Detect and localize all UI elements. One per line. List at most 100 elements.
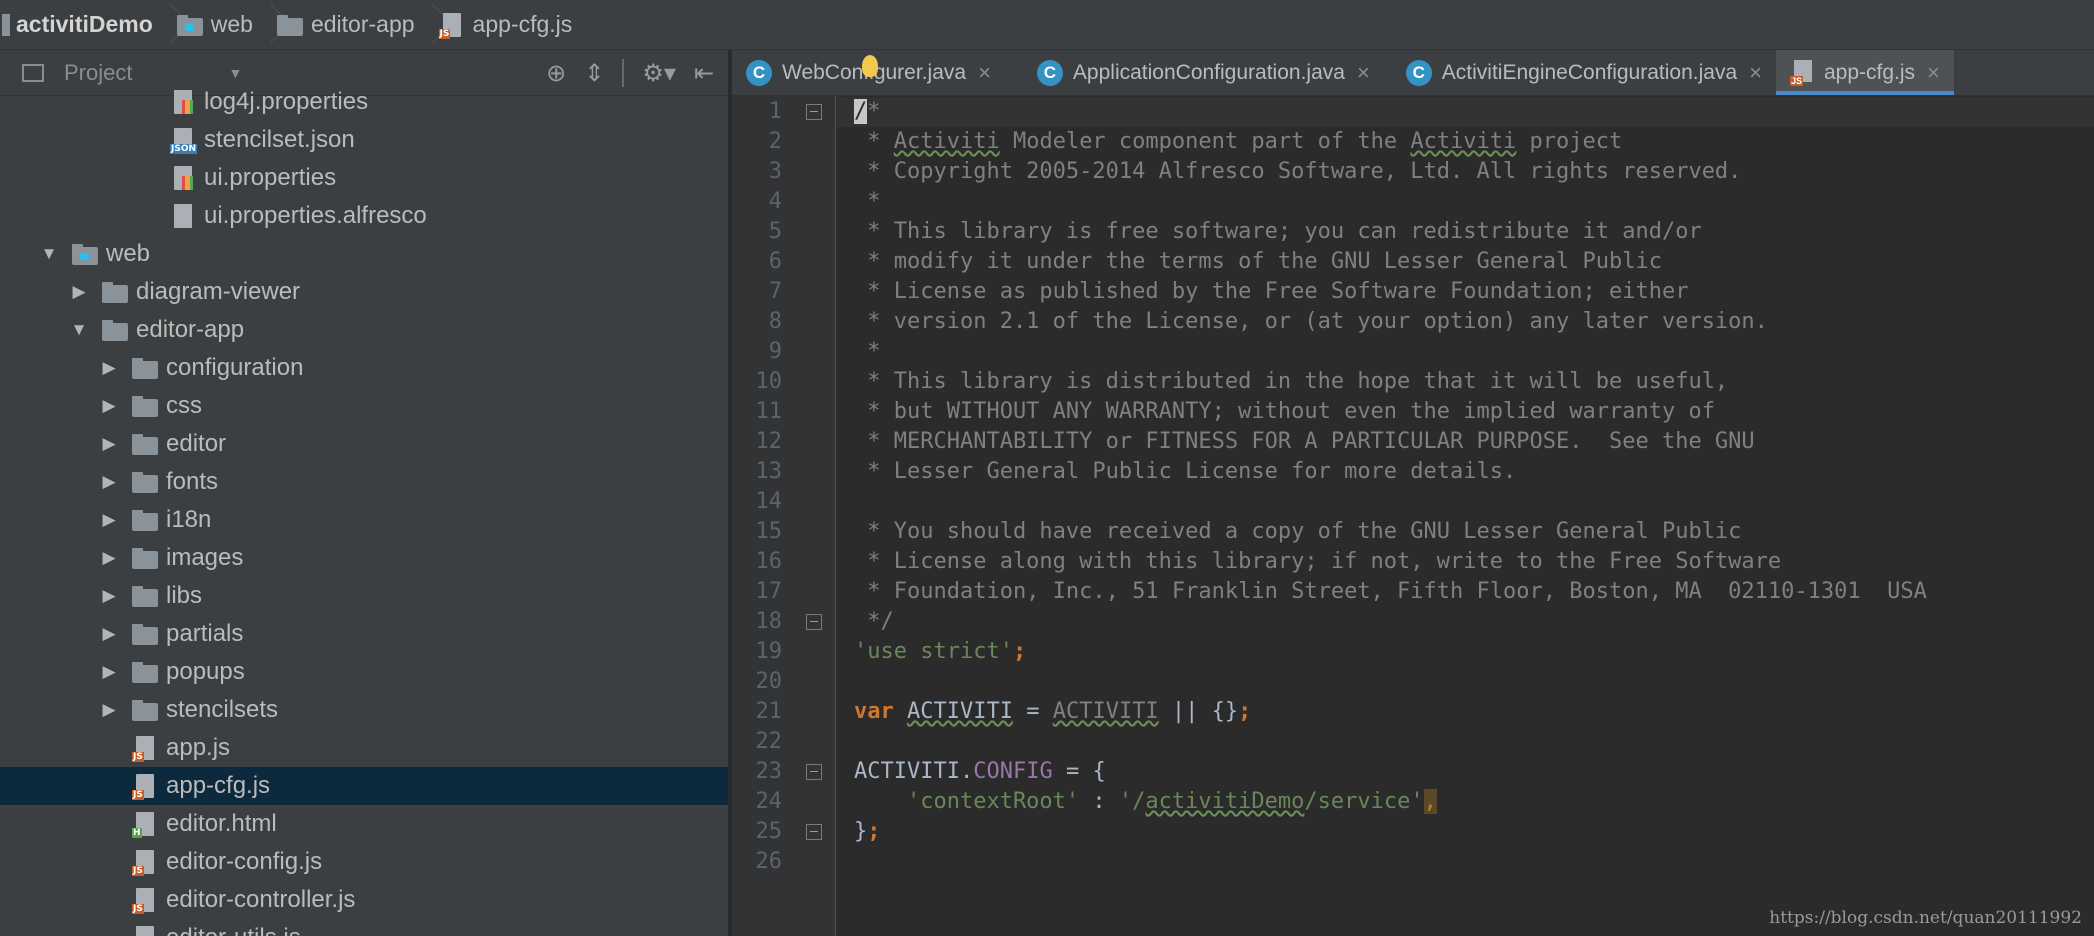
- tree-item-editor-utils-js[interactable]: JS editor-utils.js: [0, 919, 728, 936]
- fold-marker-icon[interactable]: [806, 824, 822, 840]
- collapse-arrow-icon[interactable]: ▶: [98, 700, 120, 720]
- expand-arrow-icon[interactable]: ▼: [38, 244, 60, 264]
- tree-item-label: editor: [166, 430, 227, 457]
- tree-item-label: editor-utils.js: [166, 924, 301, 936]
- tree-item-editor-html[interactable]: Heditor.html: [0, 805, 728, 843]
- collapse-arrow-icon[interactable]: ▶: [98, 548, 120, 568]
- tree-item-label: ui.properties.alfresco: [204, 202, 427, 229]
- tree-item-label: libs: [166, 582, 203, 609]
- tree-item-label: i18n: [166, 506, 212, 533]
- code-line: * MERCHANTABILITY or FITNESS FOR A PARTI…: [854, 429, 1755, 454]
- tree-item-ui-properties[interactable]: ui.properties: [0, 159, 728, 197]
- code-line: };: [854, 819, 881, 844]
- breadcrumb-separator: [159, 0, 173, 50]
- text-file-icon: [170, 204, 196, 228]
- tree-item-editor[interactable]: ▶ editor: [0, 425, 728, 463]
- fold-marker-icon[interactable]: [806, 104, 822, 120]
- js-file-icon: JS: [132, 888, 158, 914]
- tab-applicationconfiguration[interactable]: C ApplicationConfiguration.java ×: [1023, 50, 1384, 95]
- breadcrumb-item-app-cfg[interactable]: JS app-cfg.js: [435, 0, 579, 50]
- tree-item-popups[interactable]: ▶ popups: [0, 653, 728, 691]
- line-number: 9: [768, 339, 782, 364]
- project-view-selector[interactable]: Project ▼: [10, 60, 242, 86]
- tree-item-web[interactable]: ▼ web: [0, 235, 728, 273]
- tree-item-app-cfg-js[interactable]: JS app-cfg.js: [0, 767, 728, 805]
- tree-item-images[interactable]: ▶ images: [0, 539, 728, 577]
- line-number: 14: [755, 489, 783, 514]
- breadcrumb-item-web[interactable]: web: [173, 0, 259, 50]
- close-icon[interactable]: ×: [1749, 60, 1762, 86]
- tree-item-log4j-properties[interactable]: log4j.properties: [0, 83, 728, 121]
- breadcrumb-item-activitidemo[interactable]: activitiDemo: [0, 0, 159, 50]
- project-panel-title: Project: [64, 59, 133, 85]
- breadcrumb-separator: [421, 0, 435, 50]
- tree-item-app-js[interactable]: JS app.js: [0, 729, 728, 767]
- tree-item-label: web: [106, 240, 151, 267]
- breadcrumb-separator: [259, 0, 273, 50]
- tree-item-label: images: [166, 544, 244, 571]
- code-line: /*: [854, 99, 881, 124]
- breadcrumb-item-editor-app[interactable]: editor-app: [273, 0, 421, 50]
- collapse-arrow-icon[interactable]: ▶: [98, 624, 120, 644]
- folder-icon: [132, 394, 158, 418]
- close-icon[interactable]: ×: [1357, 60, 1370, 86]
- tree-item-label: app-cfg.js: [166, 772, 271, 799]
- collapse-arrow-icon[interactable]: ▶: [98, 586, 120, 606]
- fold-marker-icon[interactable]: [806, 764, 822, 780]
- tree-item-libs[interactable]: ▶ libs: [0, 577, 728, 615]
- close-icon[interactable]: ×: [978, 60, 991, 86]
- tree-item-ui-properties-alfresco[interactable]: ui.properties.alfresco: [0, 197, 728, 235]
- line-number: 16: [755, 549, 783, 574]
- tab-app-cfg[interactable]: JS app-cfg.js ×: [1776, 50, 1954, 95]
- line-number: 21: [755, 699, 783, 724]
- breadcrumb-label: app-cfg.js: [472, 11, 573, 37]
- properties-file-icon: [170, 90, 196, 114]
- collapse-arrow-icon[interactable]: ▶: [98, 434, 120, 454]
- tree-item-stencilset-json[interactable]: JSON stencilset.json: [0, 121, 728, 159]
- tree-item-editor-config-js[interactable]: JS editor-config.js: [0, 843, 728, 881]
- folder-icon: [102, 280, 128, 304]
- tab-label: app-cfg.js: [1824, 60, 1916, 84]
- tab-activitiengineconfiguration[interactable]: C ActivitiEngineConfiguration.java ×: [1392, 50, 1776, 95]
- code-line: 'contextRoot' : '/activitiDemo/service',: [854, 789, 1437, 814]
- tree-item-partials[interactable]: ▶ partials: [0, 615, 728, 653]
- line-number: 19: [755, 639, 783, 664]
- collapse-arrow-icon[interactable]: ▶: [98, 472, 120, 492]
- collapse-arrow-icon[interactable]: ▶: [98, 396, 120, 416]
- collapse-arrow-icon[interactable]: ▶: [98, 510, 120, 530]
- tree-item-label: ui.properties: [204, 164, 337, 191]
- tree-item-editor-app[interactable]: ▼ editor-app: [0, 311, 728, 349]
- watermark: https://blog.csdn.net/quan20111992: [1769, 908, 2082, 928]
- tree-item-label: stencilsets: [166, 696, 279, 723]
- tree-item-diagram-viewer[interactable]: ▶ diagram-viewer: [0, 273, 728, 311]
- tree-item-fonts[interactable]: ▶ fonts: [0, 463, 728, 501]
- line-number: 4: [768, 189, 782, 214]
- code-line: * Foundation, Inc., 51 Franklin Street, …: [854, 579, 1927, 604]
- folder-icon: [132, 432, 158, 456]
- code-line: * License along with this library; if no…: [854, 549, 1782, 574]
- fold-marker-icon[interactable]: [806, 614, 822, 630]
- line-number: 20: [755, 669, 783, 694]
- folder-icon: [276, 13, 303, 37]
- tree-item-i18n[interactable]: ▶ i18n: [0, 501, 728, 539]
- expand-arrow-icon[interactable]: ▼: [68, 320, 90, 340]
- line-number: 8: [768, 309, 782, 334]
- tree-item-label: diagram-viewer: [136, 278, 301, 305]
- collapse-arrow-icon[interactable]: ▶: [98, 662, 120, 682]
- tree-item-editor-controller-js[interactable]: JS editor-controller.js: [0, 881, 728, 919]
- code-area[interactable]: /* * Activiti Modeler component part of …: [836, 96, 2094, 936]
- tree-item-label: popups: [166, 658, 245, 685]
- lightbulb-icon[interactable]: [862, 55, 878, 77]
- code-line: * You should have received a copy of the…: [854, 519, 1742, 544]
- tree-item-configuration[interactable]: ▶ configuration: [0, 349, 728, 387]
- line-number: 22: [755, 729, 783, 754]
- close-icon[interactable]: ×: [1927, 60, 1940, 86]
- tree-item-css[interactable]: ▶ css: [0, 387, 728, 425]
- tree-item-stencilsets[interactable]: ▶ stencilsets: [0, 691, 728, 729]
- folder-icon: [132, 508, 158, 532]
- class-icon: C: [1405, 59, 1432, 86]
- project-icon: [22, 63, 44, 82]
- collapse-arrow-icon[interactable]: ▶: [98, 358, 120, 378]
- collapse-arrow-icon[interactable]: ▶: [68, 282, 90, 302]
- tab-label: ActivitiEngineConfiguration.java: [1441, 60, 1738, 84]
